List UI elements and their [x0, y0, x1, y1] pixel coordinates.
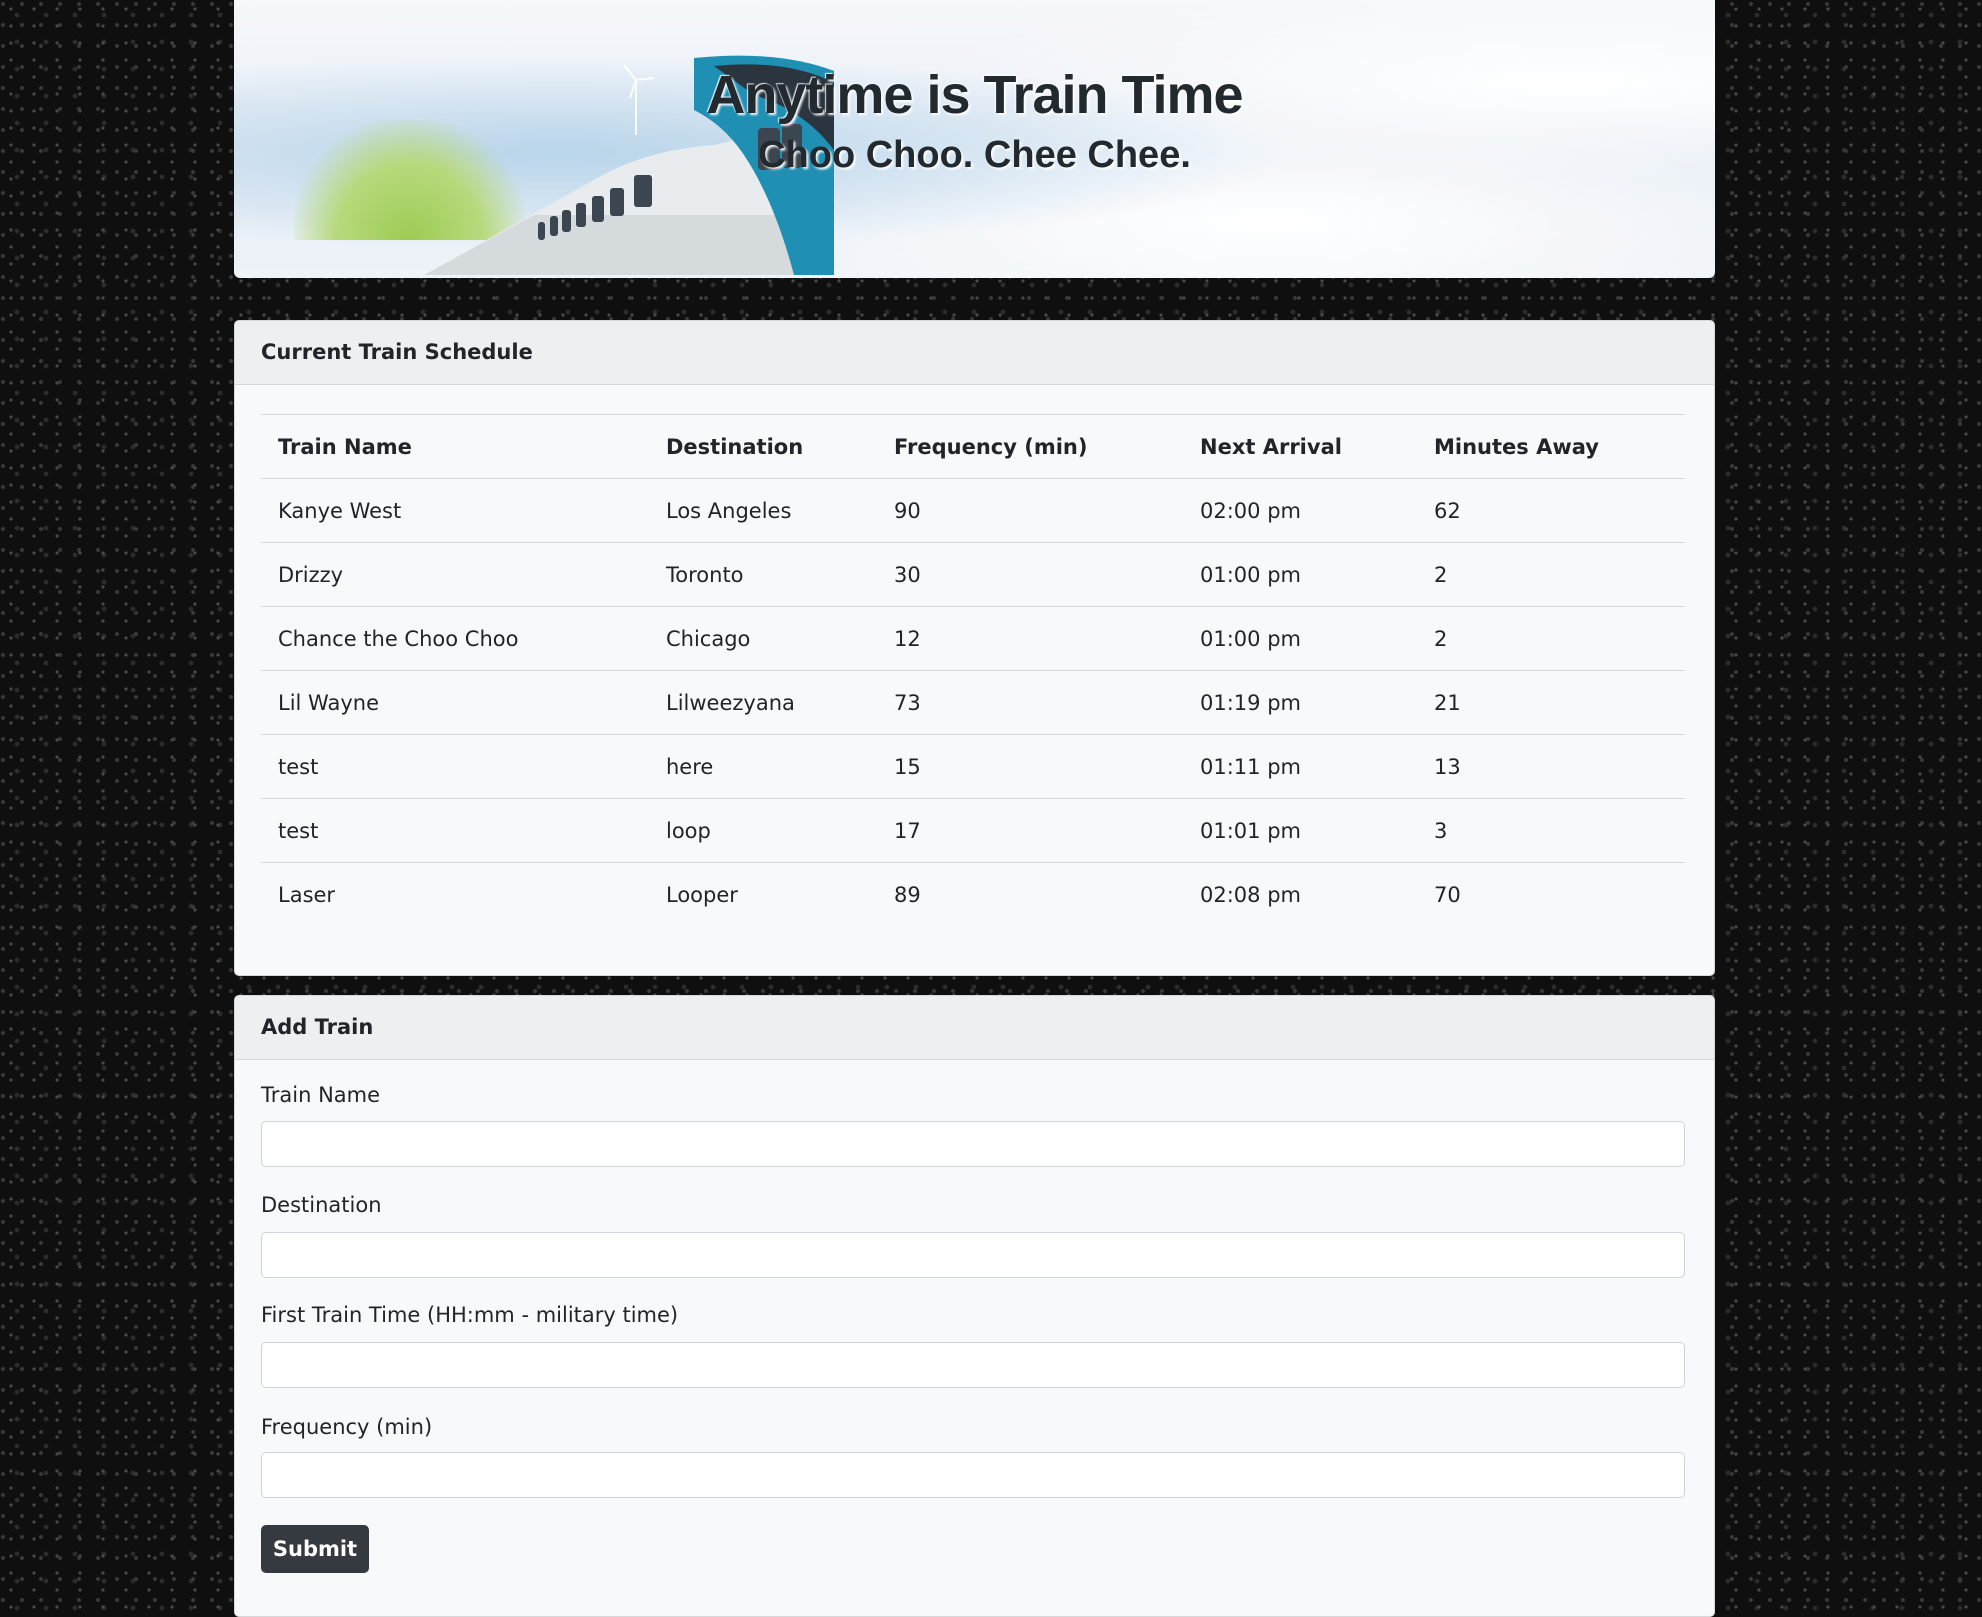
frequency-input[interactable] — [261, 1452, 1685, 1498]
cell-train-name: Laser — [261, 862, 649, 926]
cell-next-arrival: 01:00 pm — [1183, 542, 1417, 607]
hero-title-block: Anytime is Train Time Choo Choo. Chee Ch… — [234, 64, 1715, 177]
cell-train-name: Kanye West — [261, 478, 649, 543]
column-header-train-name: Train Name — [261, 414, 649, 479]
frequency-label: Frequency (min) — [261, 1415, 433, 1439]
column-header-minutes-away: Minutes Away — [1417, 414, 1685, 479]
cell-minutes-away: 3 — [1417, 798, 1685, 863]
cell-next-arrival: 01:01 pm — [1183, 798, 1417, 863]
page-subtitle: Choo Choo. Chee Chee. — [758, 134, 1191, 176]
cell-next-arrival: 01:19 pm — [1183, 670, 1417, 735]
hero-banner: Anytime is Train Time Choo Choo. Chee Ch… — [234, 0, 1715, 278]
table-row: Drizzy Toronto 30 01:00 pm 2 — [261, 542, 1685, 607]
train-name-label: Train Name — [261, 1083, 381, 1107]
cell-minutes-away: 62 — [1417, 478, 1685, 543]
cell-destination: Looper — [649, 862, 877, 926]
first-train-time-input[interactable] — [261, 1342, 1685, 1388]
cell-next-arrival: 01:11 pm — [1183, 734, 1417, 799]
column-header-destination: Destination — [649, 414, 877, 479]
first-train-time-label: First Train Time (HH:mm - military time) — [261, 1303, 679, 1327]
cell-next-arrival: 01:00 pm — [1183, 606, 1417, 671]
table-row: Chance the Choo Choo Chicago 12 01:00 pm… — [261, 606, 1685, 671]
cell-train-name: test — [261, 734, 649, 799]
add-train-card: Add Train Train Name Destination First T… — [234, 995, 1715, 1617]
table-row: test loop 17 01:01 pm 3 — [261, 798, 1685, 863]
table-row: Lil Wayne Lilweezyana 73 01:19 pm 21 — [261, 670, 1685, 735]
cell-train-name: Drizzy — [261, 542, 649, 607]
cell-destination: loop — [649, 798, 877, 863]
cell-minutes-away: 2 — [1417, 542, 1685, 607]
cell-frequency: 12 — [877, 606, 1183, 671]
train-schedule-table: Train Name Destination Frequency (min) N… — [261, 414, 1685, 926]
cell-destination: here — [649, 734, 877, 799]
destination-label: Destination — [261, 1193, 382, 1217]
submit-button[interactable]: Submit — [261, 1525, 369, 1573]
cell-next-arrival: 02:00 pm — [1183, 478, 1417, 543]
cell-frequency: 89 — [877, 862, 1183, 926]
cell-frequency: 90 — [877, 478, 1183, 543]
cell-minutes-away: 2 — [1417, 606, 1685, 671]
schedule-card: Current Train Schedule Train Name Destin… — [234, 320, 1715, 976]
train-name-input[interactable] — [261, 1121, 1685, 1167]
cell-destination: Toronto — [649, 542, 877, 607]
cell-frequency: 73 — [877, 670, 1183, 735]
column-header-frequency: Frequency (min) — [877, 414, 1183, 479]
table-header-row: Train Name Destination Frequency (min) N… — [261, 414, 1685, 479]
cell-frequency: 15 — [877, 734, 1183, 799]
destination-input[interactable] — [261, 1232, 1685, 1278]
cell-destination: Lilweezyana — [649, 670, 877, 735]
column-header-next-arrival: Next Arrival — [1183, 414, 1417, 479]
table-row: test here 15 01:11 pm 13 — [261, 734, 1685, 799]
cell-next-arrival: 02:08 pm — [1183, 862, 1417, 926]
cell-destination: Los Angeles — [649, 478, 877, 543]
cell-frequency: 30 — [877, 542, 1183, 607]
page-title: Anytime is Train Time — [706, 65, 1243, 125]
table-row: Laser Looper 89 02:08 pm 70 — [261, 862, 1685, 926]
cell-frequency: 17 — [877, 798, 1183, 863]
cell-train-name: Lil Wayne — [261, 670, 649, 735]
cell-minutes-away: 70 — [1417, 862, 1685, 926]
cell-train-name: test — [261, 798, 649, 863]
cell-minutes-away: 21 — [1417, 670, 1685, 735]
cell-train-name: Chance the Choo Choo — [261, 606, 649, 671]
add-train-card-header: Add Train — [235, 996, 1714, 1060]
schedule-card-header: Current Train Schedule — [235, 321, 1714, 385]
cell-minutes-away: 13 — [1417, 734, 1685, 799]
table-row: Kanye West Los Angeles 90 02:00 pm 62 — [261, 478, 1685, 543]
cell-destination: Chicago — [649, 606, 877, 671]
